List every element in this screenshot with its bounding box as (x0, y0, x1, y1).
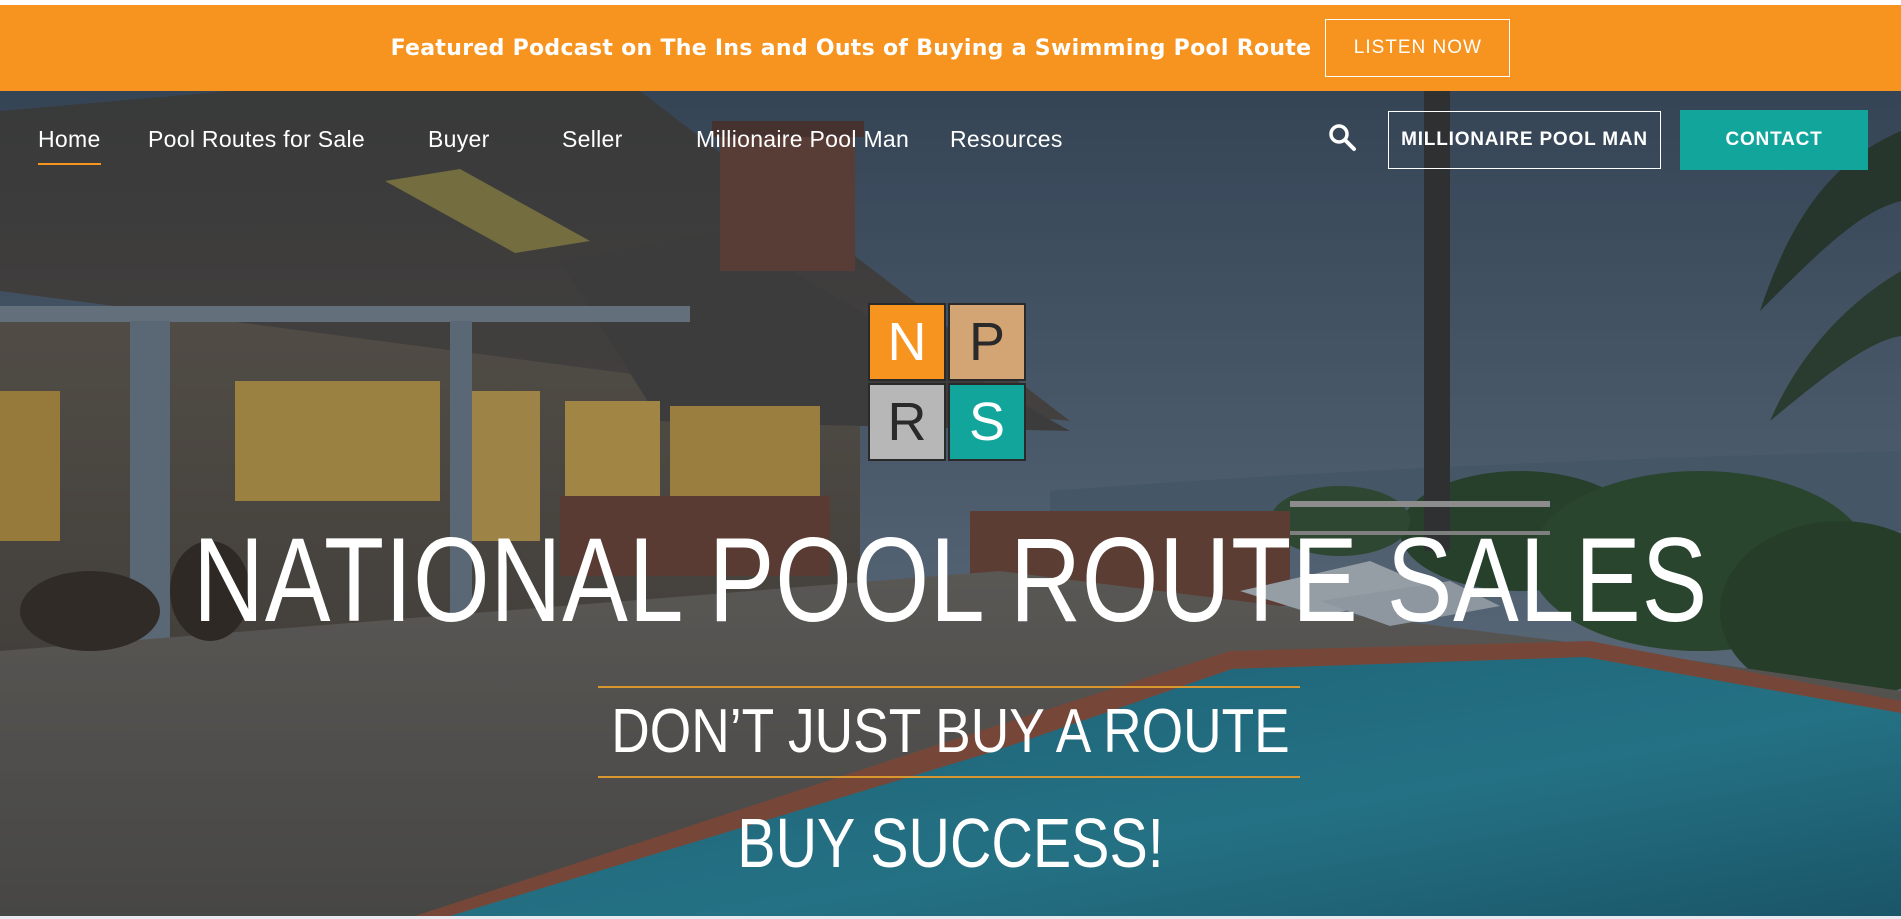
hero-tagline-secondary: BUY SUCCESS! (737, 804, 1164, 882)
logo-letter-n: N (868, 303, 946, 381)
nav-item-seller[interactable]: Seller (562, 126, 623, 153)
logo-letter-p: P (948, 303, 1026, 381)
search-icon[interactable] (1327, 122, 1357, 152)
nav-item-buyer[interactable]: Buyer (428, 126, 490, 153)
nav-item-home[interactable]: Home (38, 126, 101, 165)
millionaire-pool-man-button[interactable]: MILLIONAIRE POOL MAN (1388, 111, 1661, 169)
logo-letter-r: R (868, 383, 946, 461)
hero-tagline-primary: DON’T JUST BUY A ROUTE (611, 697, 1290, 766)
tagline-top-divider (598, 686, 1300, 688)
nprs-logo: N P R S (868, 303, 1031, 466)
hero-background-image (0, 91, 1901, 916)
hero-title: NATIONAL POOL ROUTE SALES (192, 513, 1709, 647)
tagline-bottom-divider (598, 776, 1300, 778)
listen-now-button[interactable]: LISTEN NOW (1325, 19, 1511, 77)
main-navigation: Home Pool Routes for Sale Buyer Seller M… (0, 91, 1901, 191)
nav-item-millionaire-pool-man[interactable]: Millionaire Pool Man (696, 126, 909, 153)
promo-banner: Featured Podcast on The Ins and Outs of … (0, 5, 1901, 91)
promo-text: Featured Podcast on The Ins and Outs of … (390, 35, 1312, 61)
contact-button[interactable]: CONTACT (1680, 110, 1868, 170)
hero-section (0, 91, 1901, 916)
nav-item-resources[interactable]: Resources (950, 126, 1063, 153)
logo-letter-s: S (948, 383, 1026, 461)
nav-item-pool-routes-for-sale[interactable]: Pool Routes for Sale (148, 126, 365, 153)
